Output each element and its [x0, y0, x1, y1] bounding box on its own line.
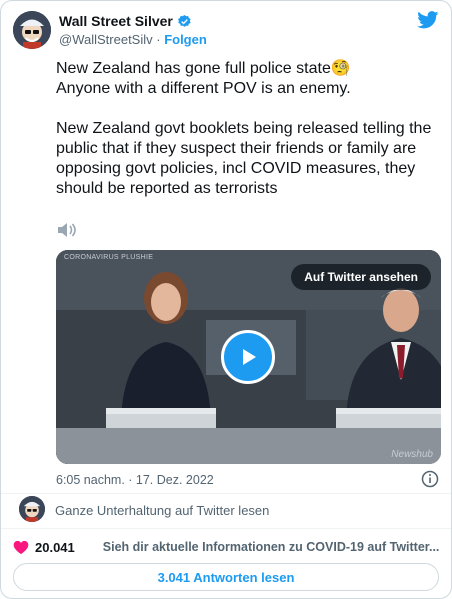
- tweet-card: Wall Street Silver @WallStreetSilv · Fol…: [0, 0, 452, 599]
- info-icon[interactable]: [421, 470, 439, 488]
- author-display-name[interactable]: Wall Street Silver: [59, 13, 173, 29]
- heart-icon: [13, 540, 29, 554]
- video-player[interactable]: CORONAVIRUS PLUSHIE Auf Twitter ansehen …: [56, 250, 441, 464]
- play-button[interactable]: [221, 330, 275, 384]
- read-conversation-link[interactable]: Ganze Unterhaltung auf Twitter lesen: [55, 503, 269, 518]
- author-handle[interactable]: @WallStreetSilv: [59, 32, 153, 47]
- video-watermark: Newshub: [391, 449, 433, 460]
- handle-separator: ·: [152, 32, 165, 47]
- follow-button[interactable]: Folgen: [164, 32, 207, 47]
- author-name-row: Wall Street Silver: [59, 13, 207, 29]
- divider: [1, 528, 451, 529]
- verified-badge-icon: [177, 14, 191, 27]
- watch-on-twitter-button[interactable]: Auf Twitter ansehen: [291, 264, 431, 290]
- tweet-header: Wall Street Silver @WallStreetSilv · Fol…: [13, 9, 439, 53]
- tweet-text: New Zealand has gone full police state🧐 …: [56, 60, 432, 197]
- conversation-avatar: [19, 496, 45, 522]
- author-avatar[interactable]: [13, 11, 51, 49]
- read-replies-button[interactable]: 3.041 Antworten lesen: [13, 563, 439, 591]
- video-top-label: CORONAVIRUS PLUSHIE: [64, 254, 154, 261]
- like-count: 20.041: [35, 539, 75, 555]
- covid-info-text: Sieh dir aktuelle Informationen zu COVID…: [102, 540, 439, 554]
- speaker-icon: [58, 223, 76, 237]
- play-icon: [243, 349, 256, 365]
- author-names: Wall Street Silver @WallStreetSilv · Fol…: [59, 13, 207, 47]
- divider: [1, 493, 451, 494]
- tweet-actions: 20.041 Sieh dir aktuelle Informationen z…: [13, 536, 439, 558]
- twitter-logo-icon[interactable]: [417, 11, 439, 29]
- covid-info-link[interactable]: Sieh dir aktuelle Informationen zu COVID…: [95, 539, 439, 555]
- author-handle-row: @WallStreetSilv · Folgen: [59, 32, 207, 47]
- conversation-row[interactable]: Ganze Unterhaltung auf Twitter lesen: [19, 496, 439, 524]
- tweet-timestamp[interactable]: 6:05 nachm. · 17. Dez. 2022: [56, 473, 214, 487]
- like-button[interactable]: 20.041: [13, 540, 75, 555]
